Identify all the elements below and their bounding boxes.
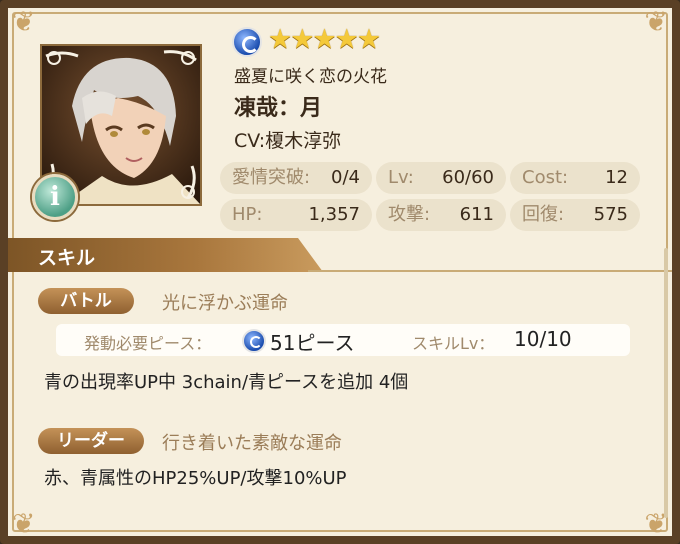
stat-label: Cost: bbox=[522, 167, 569, 188]
battle-skill-description: 青の出現率UP中 3chain/青ピースを追加 4個 bbox=[44, 372, 409, 393]
activation-row: 発動必要ピース： 51ピース スキルLv： 10/10 bbox=[56, 324, 630, 356]
stat-value: 575 bbox=[593, 204, 628, 225]
blue-piece-icon bbox=[242, 329, 266, 353]
voice-actor: CV:榎木淳弥 bbox=[234, 130, 342, 152]
leader-skill-tag: リーダー bbox=[38, 428, 144, 454]
stat-value: 1,357 bbox=[308, 204, 360, 225]
stat-label: Lv: bbox=[388, 167, 414, 188]
stat-value: 611 bbox=[459, 204, 494, 225]
scrollbar[interactable] bbox=[664, 248, 668, 518]
blue-attribute-icon bbox=[232, 27, 262, 57]
stat-cost: Cost: 12 bbox=[510, 162, 640, 194]
skill-level-label: スキルLv： bbox=[412, 334, 495, 353]
stat-hp: HP: 1,357 bbox=[220, 199, 372, 231]
stat-recovery: 回復: 575 bbox=[510, 199, 640, 231]
corner-ornament-icon: ❦ bbox=[12, 507, 36, 540]
divider bbox=[308, 270, 672, 272]
info-button[interactable]: i bbox=[32, 174, 78, 220]
battle-skill-name: 光に浮かぶ運命 bbox=[162, 293, 288, 314]
stat-label: HP: bbox=[232, 204, 263, 225]
corner-ornament-icon: ❦ bbox=[12, 5, 36, 38]
stat-label: 愛情突破: bbox=[232, 167, 311, 188]
stat-level: Lv: 60/60 bbox=[376, 162, 506, 194]
stat-attack: 攻撃: 611 bbox=[376, 199, 506, 231]
stat-value: 60/60 bbox=[442, 167, 494, 188]
leader-skill-description: 赤、青属性のHP25%UP/攻撃10%UP bbox=[44, 468, 347, 489]
leader-skill-name: 行き着いた素敵な運命 bbox=[162, 433, 342, 454]
stat-value: 12 bbox=[605, 167, 628, 188]
activation-label: 発動必要ピース： bbox=[84, 334, 212, 353]
stat-affection: 愛情突破: 0/4 bbox=[220, 162, 372, 194]
rarity-stars-icon: ★★★★★ bbox=[268, 24, 381, 55]
stat-label: 攻撃: bbox=[388, 204, 431, 225]
skill-level-value: 10/10 bbox=[514, 327, 572, 351]
activation-value: 51ピース bbox=[270, 331, 355, 355]
corner-ornament-icon: ❦ bbox=[644, 5, 668, 38]
skill-section-header: スキル bbox=[8, 238, 672, 272]
stat-value: 0/4 bbox=[331, 167, 360, 188]
section-title: スキル bbox=[38, 247, 96, 269]
battle-skill-tag: バトル bbox=[38, 288, 134, 314]
card-title: 盛夏に咲く恋の火花 bbox=[234, 67, 387, 87]
character-name: 凍哉：月 bbox=[234, 96, 323, 121]
stat-label: 回復: bbox=[522, 204, 565, 225]
